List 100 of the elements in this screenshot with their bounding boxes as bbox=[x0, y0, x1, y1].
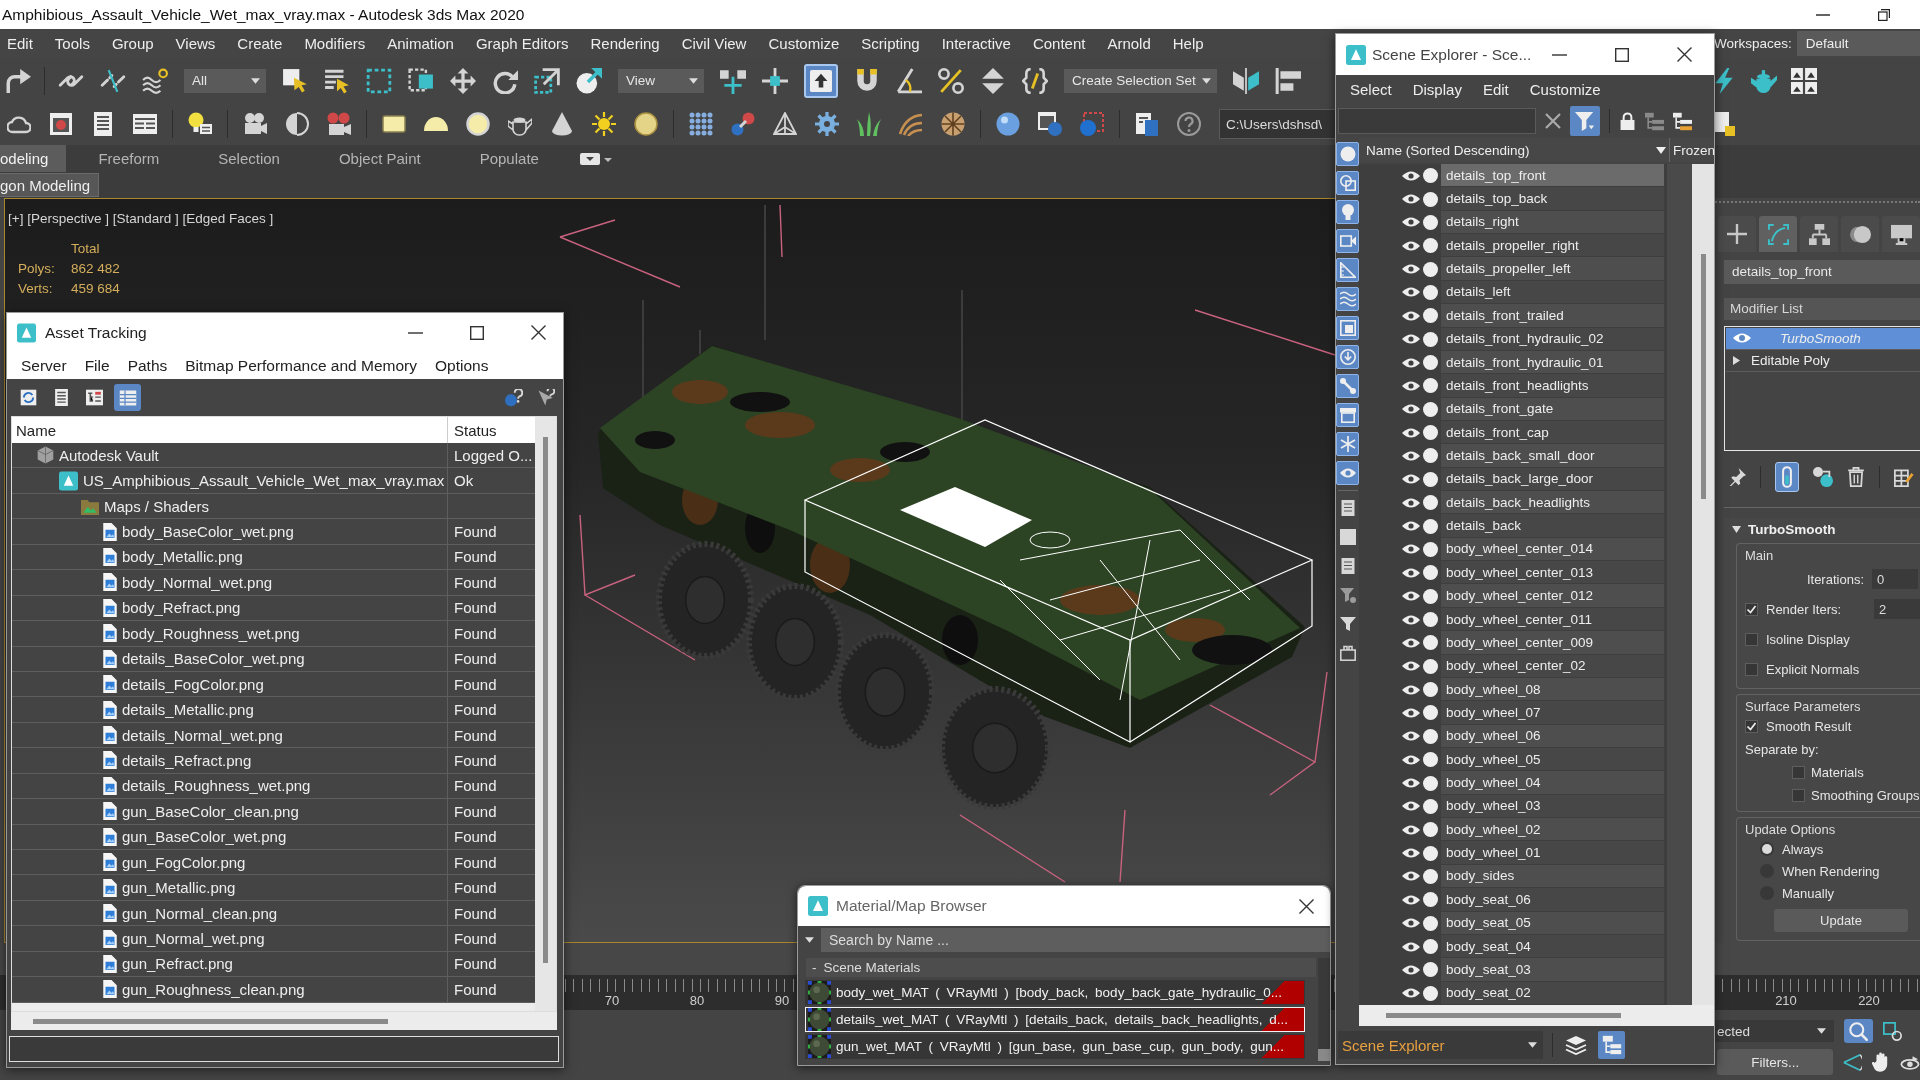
menu-item[interactable]: Select bbox=[1350, 81, 1392, 98]
broken-chain-icon[interactable] bbox=[100, 67, 126, 94]
menu-item[interactable]: Help bbox=[1172, 35, 1204, 52]
dot-icon[interactable] bbox=[1423, 798, 1438, 814]
eye-icon[interactable] bbox=[1402, 543, 1420, 556]
checkbox[interactable] bbox=[1745, 632, 1758, 646]
viewport-label[interactable]: [+] [Perspective ] [Standard ] [Edged Faces ] bbox=[8, 211, 274, 226]
object-name[interactable]: details_top_back bbox=[1441, 187, 1664, 211]
crossing-rectangle-icon[interactable] bbox=[408, 67, 434, 94]
asset-row[interactable]: body_BaseColor_wet.png Found bbox=[12, 519, 535, 545]
dot-icon[interactable] bbox=[1423, 471, 1438, 487]
asset-row[interactable]: body_Roughness_wet.png Found bbox=[12, 621, 535, 647]
eye-icon[interactable] bbox=[1402, 706, 1420, 719]
object-name[interactable]: details_front_cap bbox=[1441, 420, 1664, 445]
asset-row[interactable]: Maps / Shaders bbox=[12, 493, 535, 520]
scale-icon[interactable] bbox=[534, 67, 560, 94]
object-name[interactable]: body_wheel_05 bbox=[1441, 748, 1664, 772]
dot-icon[interactable] bbox=[1423, 985, 1438, 1001]
sphere-icon[interactable] bbox=[996, 112, 1020, 136]
column-header[interactable]: Name (Sorted Descending) bbox=[1359, 142, 1656, 158]
percent-icon[interactable] bbox=[938, 67, 964, 94]
half-circle-icon[interactable] bbox=[285, 112, 309, 136]
ring-icon[interactable] bbox=[466, 112, 490, 136]
ribbon-tab[interactable]: odeling bbox=[0, 145, 67, 172]
dot-icon[interactable] bbox=[1423, 588, 1438, 604]
mirror-icon[interactable] bbox=[1233, 67, 1259, 94]
object-name[interactable]: details_back_small_door bbox=[1441, 444, 1664, 468]
checkbox[interactable] bbox=[1792, 766, 1805, 779]
modifier-stack-item[interactable]: Editable Poly bbox=[1726, 349, 1920, 372]
eye-icon[interactable] bbox=[1402, 403, 1420, 416]
show-end-result-button[interactable] bbox=[1775, 462, 1799, 492]
menu-item[interactable]: Display bbox=[1412, 81, 1462, 98]
menu-item[interactable]: Animation bbox=[387, 35, 454, 52]
workspace-dropdown[interactable]: Default bbox=[1796, 31, 1920, 56]
eye-icon[interactable] bbox=[1402, 309, 1420, 322]
spinner-arrows-icon[interactable] bbox=[980, 67, 1006, 94]
type-filter-button[interactable] bbox=[1336, 200, 1359, 224]
object-name[interactable]: body_wheel_center_009 bbox=[1441, 631, 1664, 655]
eye-icon[interactable] bbox=[1402, 450, 1420, 462]
object-name[interactable]: details_top_front bbox=[1441, 164, 1664, 188]
asset-row[interactable]: gun_Normal_clean.png Found bbox=[12, 900, 535, 927]
checkbox[interactable] bbox=[1745, 662, 1758, 676]
hierarchy-icon[interactable] bbox=[1673, 111, 1692, 131]
eye-icon[interactable] bbox=[1402, 286, 1420, 299]
search-field[interactable]: Search by Name ... bbox=[821, 928, 1330, 952]
eye-icon[interactable] bbox=[1402, 333, 1420, 346]
movie-camera-icon[interactable] bbox=[327, 112, 351, 136]
eye-icon[interactable] bbox=[1402, 987, 1420, 1000]
collapse-toggle[interactable]: - bbox=[812, 960, 817, 975]
view-selector-dropdown[interactable]: Scene Explorer bbox=[1338, 1031, 1543, 1059]
minimize-icon[interactable] bbox=[1552, 53, 1567, 56]
dot-icon[interactable] bbox=[1423, 728, 1438, 744]
sphere-icon[interactable] bbox=[634, 112, 658, 136]
square-cursor-icon[interactable] bbox=[282, 67, 308, 94]
help-icon[interactable] bbox=[1177, 112, 1201, 136]
dot-icon[interactable] bbox=[1423, 682, 1438, 698]
checkbox[interactable] bbox=[1792, 789, 1805, 802]
update-button[interactable]: Update bbox=[1774, 908, 1908, 932]
menu-item[interactable]: Civil View bbox=[681, 35, 747, 52]
type-filter-button[interactable] bbox=[1336, 316, 1359, 340]
dot-icon[interactable] bbox=[1423, 705, 1438, 721]
eye-icon[interactable] bbox=[1402, 473, 1420, 486]
object-name[interactable]: details_front_hydraulic_01 bbox=[1441, 350, 1664, 375]
object-name[interactable]: body_wheel_center_011 bbox=[1441, 607, 1664, 632]
object-name[interactable]: body_wheel_07 bbox=[1441, 701, 1664, 725]
object-name[interactable]: details_back_headlights bbox=[1441, 491, 1664, 515]
maximize-icon[interactable] bbox=[1615, 47, 1629, 62]
spinner-field[interactable]: 0 bbox=[1872, 569, 1918, 589]
angle-icon[interactable] bbox=[896, 67, 922, 94]
eye-icon[interactable] bbox=[1402, 823, 1420, 836]
maximize-icon[interactable] bbox=[470, 325, 484, 340]
object-name[interactable]: details_front_trailed bbox=[1441, 304, 1664, 328]
menu-item[interactable]: Scripting bbox=[861, 35, 920, 52]
pin-icon[interactable] bbox=[1728, 468, 1746, 486]
object-name[interactable]: details_front_hydraulic_02 bbox=[1441, 327, 1664, 351]
menu-item[interactable]: File bbox=[84, 356, 110, 375]
material-editor-icon[interactable] bbox=[49, 112, 73, 136]
image-grid-icon[interactable] bbox=[1791, 67, 1817, 94]
menu-item[interactable]: Edit bbox=[7, 35, 33, 52]
menu-item[interactable]: Paths bbox=[127, 356, 168, 375]
vertical-scrollbar[interactable] bbox=[1318, 958, 1330, 1061]
menu-item[interactable]: Content bbox=[1032, 35, 1086, 52]
dot-icon[interactable] bbox=[1423, 845, 1438, 861]
menu-item[interactable]: Edit bbox=[1482, 81, 1509, 98]
square-icon[interactable] bbox=[1339, 529, 1356, 545]
menu-item[interactable]: Server bbox=[21, 356, 67, 375]
asset-row[interactable]: gun_Metallic.png Found bbox=[12, 875, 535, 901]
ribbon-tab[interactable]: Selection bbox=[186, 145, 307, 172]
object-name[interactable]: body_seat_03 bbox=[1441, 958, 1664, 982]
menu-item[interactable]: Tools bbox=[54, 35, 90, 52]
eye-icon[interactable] bbox=[1402, 566, 1420, 579]
type-filter-button[interactable] bbox=[1336, 374, 1359, 398]
field-of-view-icon[interactable] bbox=[1843, 1052, 1863, 1072]
cone-icon[interactable] bbox=[550, 112, 574, 136]
lock-icon[interactable] bbox=[1619, 111, 1636, 131]
redo-arrow-icon[interactable] bbox=[5, 67, 31, 94]
status-field[interactable] bbox=[9, 1036, 559, 1062]
dot-icon[interactable] bbox=[1423, 635, 1438, 651]
dot-icon[interactable] bbox=[1423, 284, 1438, 300]
object-name[interactable]: body_wheel_02 bbox=[1441, 818, 1664, 842]
